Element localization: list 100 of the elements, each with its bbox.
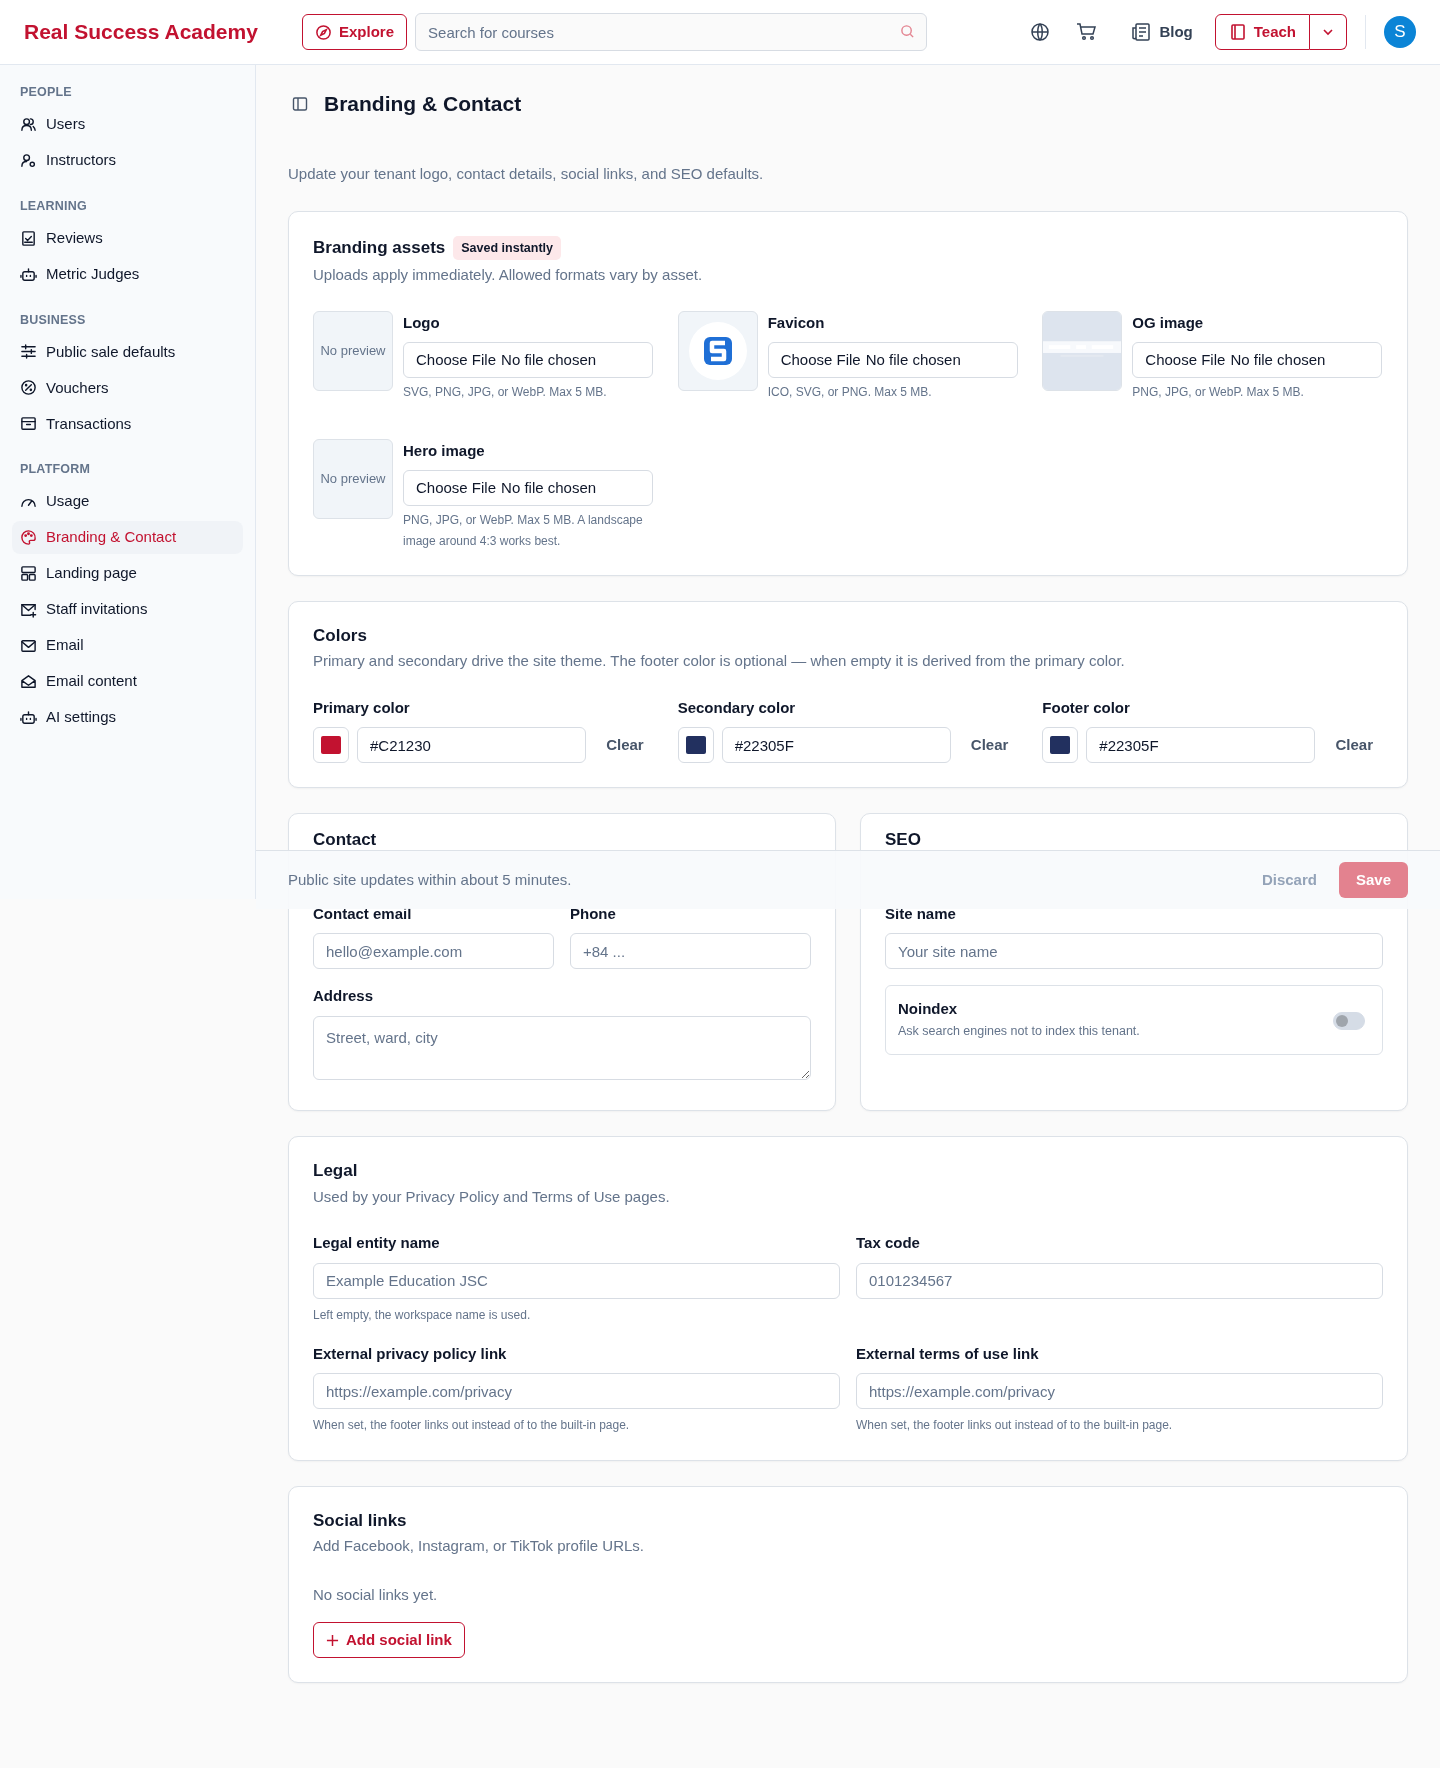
newspaper-icon: [1131, 22, 1152, 42]
users-icon: [20, 115, 37, 133]
file-input[interactable]: Choose File No file chosen: [403, 342, 653, 379]
sidebar-item[interactable]: Branding & Contact: [12, 521, 243, 554]
file-input[interactable]: Choose File No file chosen: [403, 470, 653, 507]
sidebar-item[interactable]: Public sale defaults: [12, 335, 243, 369]
field-label: Legal entity name: [313, 1233, 441, 1254]
layout-icon: [20, 565, 37, 582]
field-label: External terms of use link: [856, 1344, 1040, 1364]
sidebar-item[interactable]: Instructors: [12, 143, 243, 177]
clipboard-icon: [20, 229, 37, 247]
field-label: Contact email: [313, 903, 413, 924]
sidebar-item[interactable]: Vouchers: [12, 371, 243, 405]
noindex-toggle[interactable]: [1332, 1011, 1365, 1030]
field-hint: When set, the footer links out instead of to the built-in page.: [856, 1417, 1174, 1435]
dropdown-toggle[interactable]: [1310, 14, 1347, 50]
sidebar-item[interactable]: Staff invitations: [12, 593, 243, 626]
card-description: Uploads apply immediately. Allowed formats vary by asset.: [313, 265, 704, 286]
color-swatch[interactable]: [677, 727, 714, 764]
field-hint: PNG, JPG, or WebP. Max 5 MB. A landscape image around 4:3 works best.: [403, 512, 644, 550]
card-title: Colors: [313, 625, 368, 647]
field-label: Favicon: [767, 312, 826, 333]
color-input[interactable]: #C21230: [357, 727, 587, 764]
section-heading: PLATFORM: [20, 461, 92, 479]
text-input[interactable]: Example Education JSC: [313, 1262, 840, 1299]
field-label: Footer color: [1042, 697, 1131, 718]
field-label: Logo: [403, 312, 441, 333]
section-heading: PEOPLE: [20, 84, 73, 101]
field-hint: When set, the footer links out instead of to the built-in page.: [313, 1417, 631, 1435]
add-social-link-button[interactable]: Add social link: [313, 1622, 465, 1659]
robot-icon: [20, 709, 37, 726]
sliders-icon: [20, 343, 37, 361]
preview-placeholder[interactable]: No preview: [313, 310, 393, 391]
email-input[interactable]: hello@example.com: [313, 933, 554, 970]
setting-title: Noindex: [898, 999, 959, 1020]
sidebar-item[interactable]: Email: [12, 629, 243, 662]
search-field[interactable]: Search for courses: [415, 13, 928, 51]
sidebar-item[interactable]: Metric Judges: [12, 257, 243, 291]
sidebar-item[interactable]: Landing page: [12, 557, 243, 590]
field-label: Address: [313, 986, 375, 1007]
clear-button[interactable]: Clear: [958, 734, 1019, 757]
search-icon: [900, 24, 916, 39]
field-hint: PNG, JPG, or WebP. Max 5 MB.: [1132, 384, 1305, 402]
blog-button[interactable]: Blog: [1127, 16, 1197, 48]
status-tag: Saved instantly: [453, 235, 561, 261]
teach-button[interactable]: Teach: [1214, 14, 1310, 50]
card-description: Primary and secondary drive the site theme. The footer color is optional — when empty it is derived from the primary color.: [313, 651, 1126, 672]
clear-button[interactable]: Clear: [1323, 734, 1383, 757]
field-hint: SVG, PNG, JPG, or WebP. Max 5 MB.: [403, 384, 608, 402]
sidebar-item[interactable]: Users: [12, 107, 243, 141]
page-subtitle: Update your tenant logo, contact details, social links, and SEO defaults.: [288, 164, 765, 184]
color-input[interactable]: #22305F: [721, 727, 951, 764]
text-input[interactable]: https://example.com/privacy: [313, 1373, 840, 1410]
mail-icon: [20, 637, 37, 654]
field-label: External privacy policy link: [313, 1344, 508, 1364]
book-icon: [1228, 23, 1247, 41]
setting-description: Ask search engines not to index this tenant.: [898, 1022, 1141, 1040]
field-label: Secondary color: [677, 697, 797, 718]
brand-name[interactable]: Real Success Academy: [24, 20, 258, 44]
sidebar-toggle-icon[interactable]: [292, 96, 308, 112]
card-title: SEO: [885, 830, 922, 851]
mail-open-icon: [20, 673, 37, 690]
address-input[interactable]: Street, ward, city: [313, 1015, 811, 1080]
site-name-input[interactable]: Your site name: [885, 933, 1383, 970]
color-swatch[interactable]: [313, 727, 349, 764]
explore-button[interactable]: Explore: [302, 14, 408, 50]
field-label: OG image: [1132, 312, 1205, 333]
phone-input[interactable]: +84 ...: [570, 933, 811, 970]
file-input[interactable]: Choose File No file chosen: [1132, 342, 1383, 379]
card-description: Used by your Privacy Policy and Terms of Use pages.: [313, 1186, 671, 1207]
compass-icon: [315, 23, 332, 41]
robot-icon: [20, 265, 37, 283]
section-heading: BUSINESS: [20, 311, 87, 329]
field-label: Tax code: [856, 1233, 921, 1254]
palette-icon: [20, 529, 37, 546]
field-label: Primary color: [313, 697, 411, 718]
clear-button[interactable]: Clear: [594, 734, 654, 757]
field-hint: ICO, SVG, or PNG. Max 5 MB.: [767, 384, 933, 402]
color-swatch[interactable]: [1042, 727, 1079, 764]
color-input[interactable]: #22305F: [1086, 727, 1316, 764]
card-title: Legal: [313, 1161, 359, 1182]
archive-icon: [20, 415, 37, 433]
sidebar-item[interactable]: AI settings: [12, 701, 243, 734]
text-input[interactable]: https://example.com/privacy: [856, 1373, 1383, 1410]
avatar[interactable]: S: [1384, 16, 1416, 48]
card-title: Social links: [313, 1510, 408, 1532]
field-hint: Left empty, the workspace name is used.: [313, 1306, 532, 1324]
sidebar-item[interactable]: Transactions: [12, 407, 243, 441]
card-title: Branding assets: [313, 237, 446, 259]
sidebar-item[interactable]: Email content: [12, 665, 243, 698]
file-input[interactable]: Choose File No file chosen: [767, 342, 1018, 379]
section-heading: LEARNING: [20, 197, 88, 215]
user-icon: [20, 151, 37, 169]
sidebar-item[interactable]: Usage: [12, 485, 243, 518]
mail-plus-icon: [20, 601, 37, 618]
plus-icon: [326, 1633, 339, 1647]
preview-placeholder[interactable]: No preview: [313, 438, 393, 519]
text-input[interactable]: 0101234567: [856, 1262, 1383, 1299]
sidebar-item[interactable]: Reviews: [12, 221, 243, 255]
field-label: Hero image: [403, 440, 486, 461]
